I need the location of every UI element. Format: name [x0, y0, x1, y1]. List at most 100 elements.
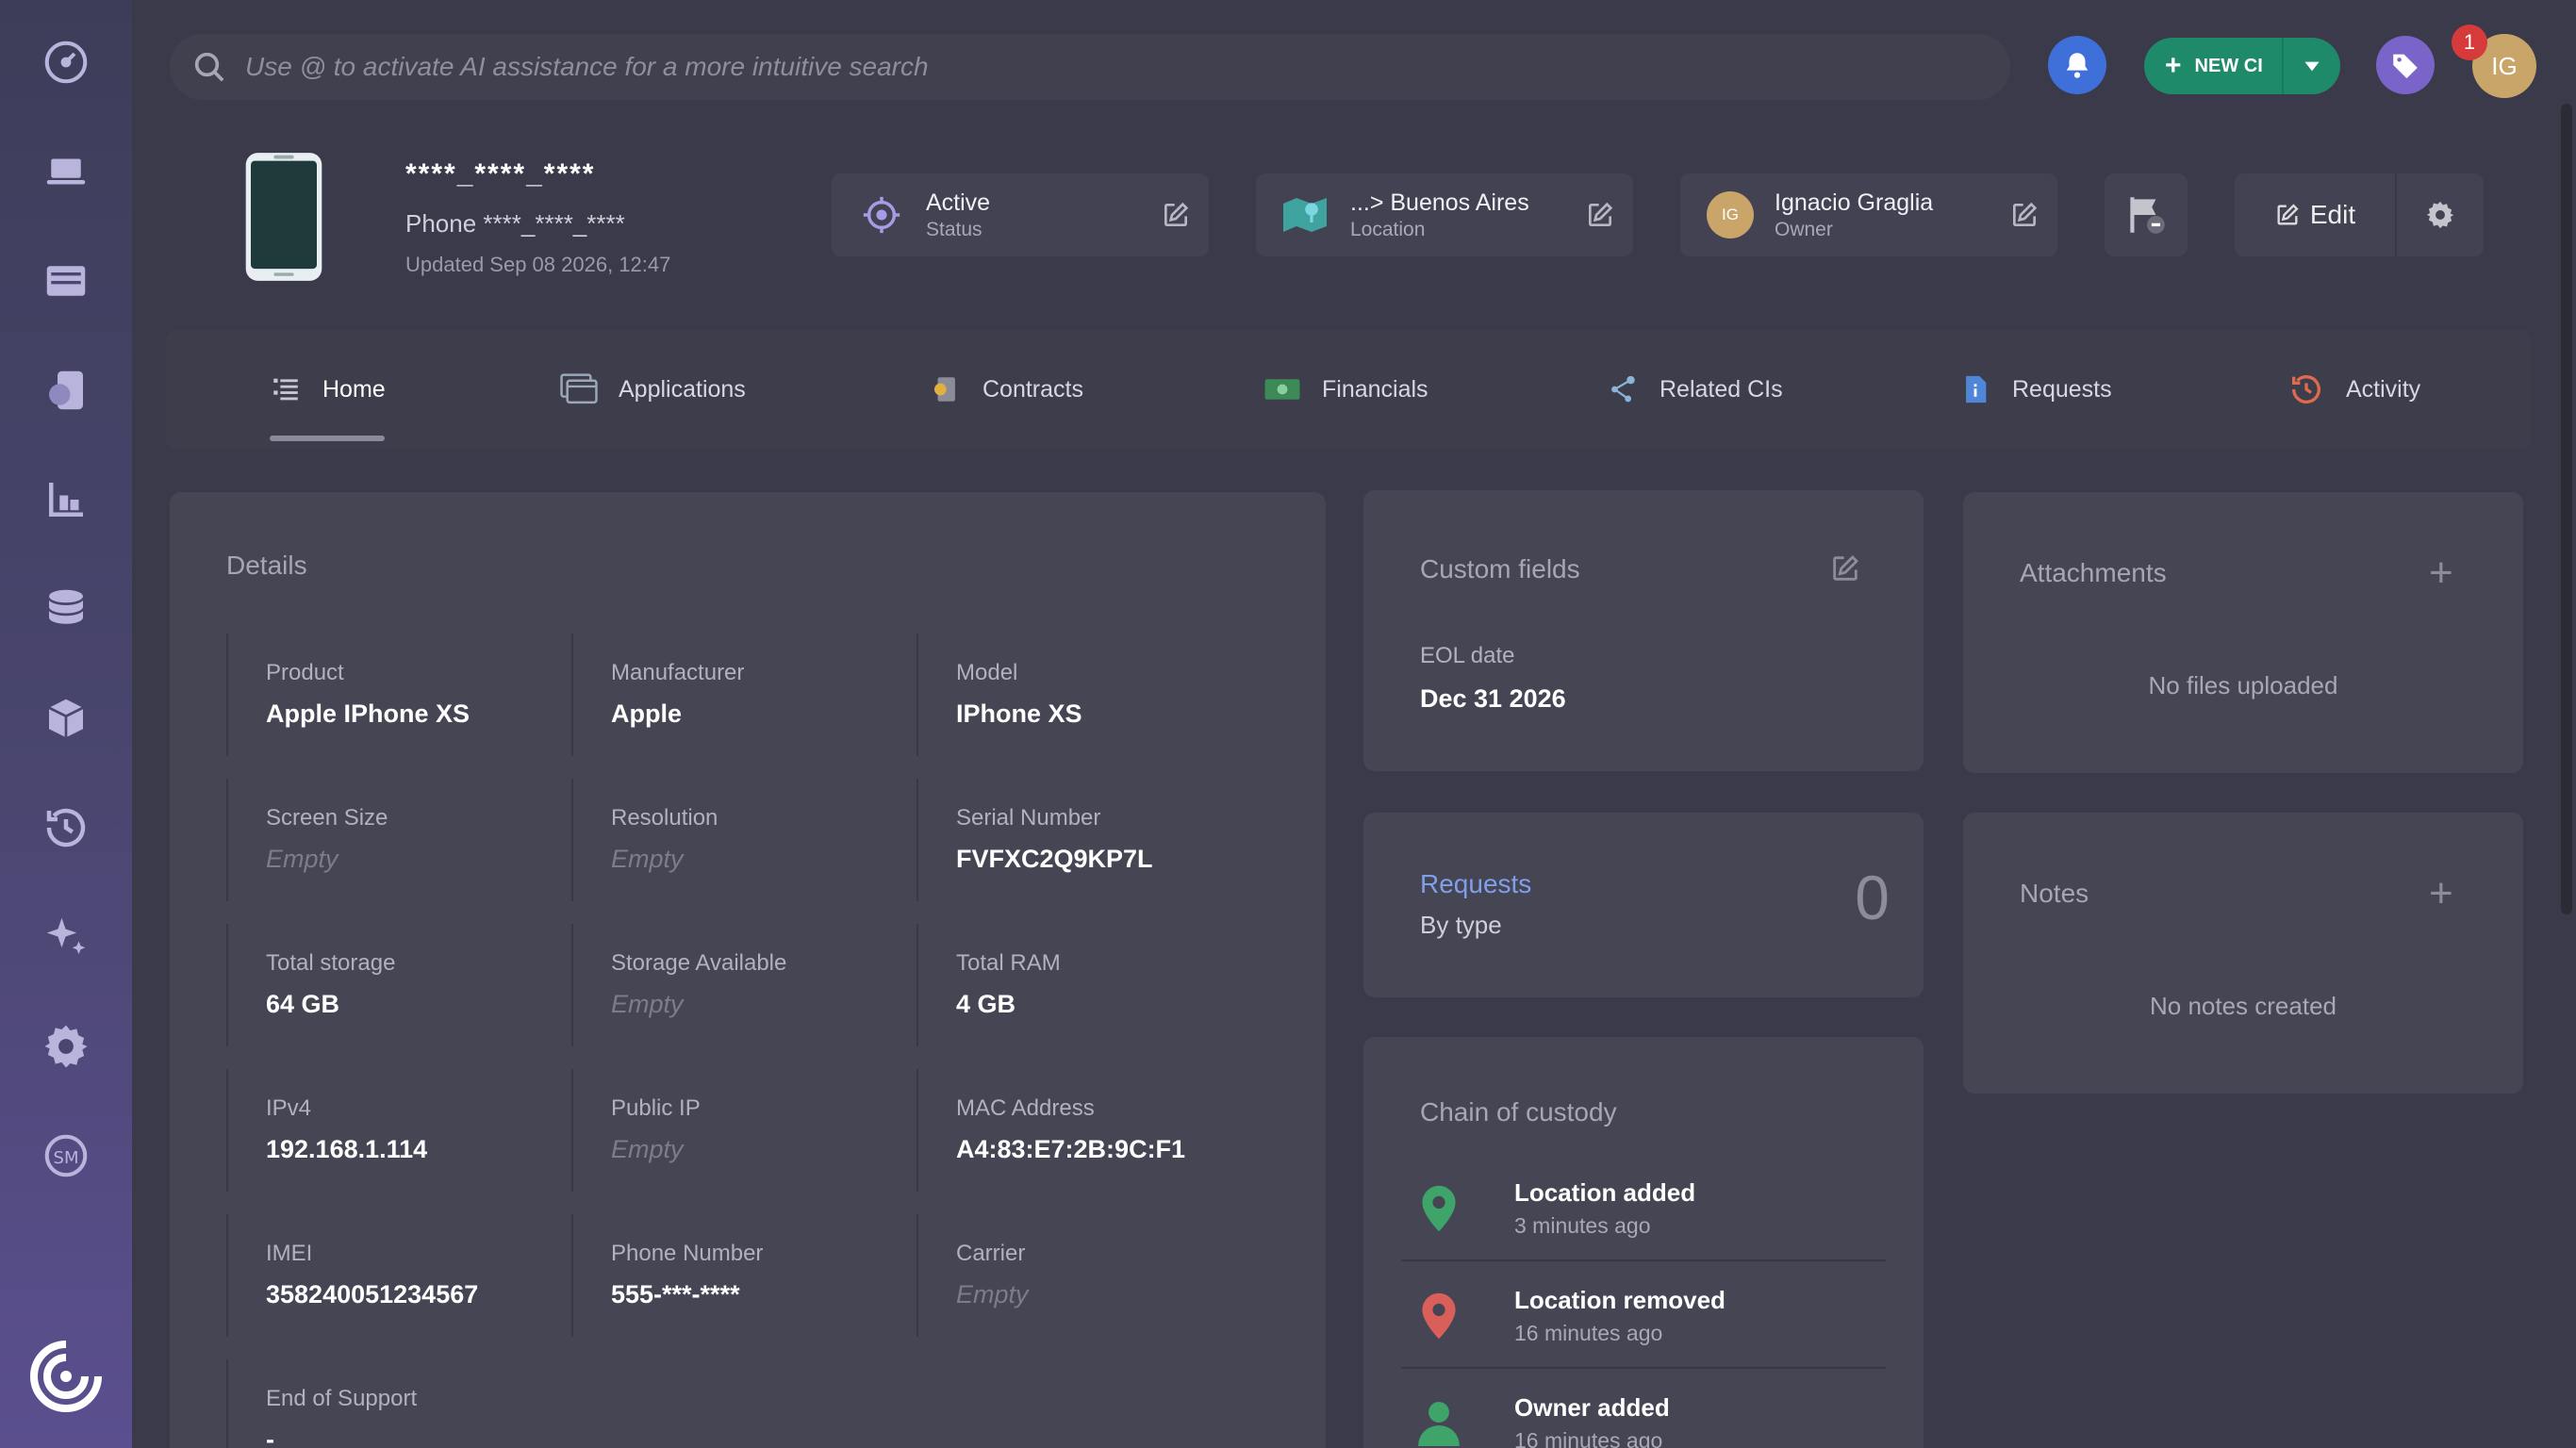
field-manufacturer: Manufacturer Apple	[571, 634, 911, 756]
ai-sparkle-icon[interactable]	[36, 907, 96, 967]
active-tab-indicator	[270, 436, 385, 441]
database-icon[interactable]	[36, 579, 96, 639]
sidebar: SM	[0, 0, 132, 1448]
tab-label: Contracts	[983, 375, 1083, 403]
field-resolution: Resolution Empty	[571, 779, 911, 901]
field-total-storage: Total storage 64 GB	[226, 924, 566, 1046]
tab-label: Related CIs	[1660, 375, 1783, 403]
search-icon	[194, 52, 224, 82]
laptop-icon[interactable]	[36, 141, 96, 202]
tab-label: Home	[322, 375, 386, 403]
field-end-of-support: End of Support -	[226, 1359, 566, 1448]
field-label: Storage Available	[611, 950, 787, 976]
custom-fields-title: Custom fields	[1420, 554, 1580, 584]
field-label: Screen Size	[266, 805, 388, 831]
tab-contracts[interactable]: Contracts	[930, 330, 1083, 449]
tab-related-cis[interactable]: Related CIs	[1607, 330, 1783, 449]
field-value: Apple IPhone XS	[266, 699, 471, 728]
edit-button[interactable]: Edit	[2235, 173, 2397, 256]
field-value: IPhone XS	[956, 699, 1082, 728]
field-screen-size: Screen Size Empty	[226, 779, 566, 901]
divider	[1401, 1259, 1886, 1261]
tab-financials[interactable]: Financials	[1263, 330, 1428, 449]
new-ci-button[interactable]: + NEW CI	[2144, 38, 2282, 94]
field-label: Product	[266, 660, 344, 685]
field-label: Total storage	[266, 950, 396, 976]
status-card: Active Status	[832, 173, 1209, 256]
ci-masked-name: ****_****_****	[405, 158, 596, 189]
flag-remove-icon	[2130, 197, 2165, 234]
field-label: Public IP	[611, 1095, 701, 1121]
location-value: ...> Buenos Aires	[1350, 189, 1529, 216]
field-total-ram: Total RAM 4 GB	[916, 924, 1256, 1046]
field-label: Serial Number	[956, 805, 1101, 831]
details-title: Details	[226, 551, 307, 580]
devices-icon[interactable]	[36, 360, 96, 420]
request-document-icon	[1966, 375, 1987, 403]
notification-badge: 1	[2452, 25, 2487, 60]
field-carrier: Carrier Empty	[916, 1214, 1256, 1337]
gear-icon[interactable]	[36, 1016, 96, 1077]
field-value: 64 GB	[266, 990, 340, 1018]
user-icon	[1401, 1398, 1477, 1448]
plus-icon: +	[2165, 50, 2182, 81]
add-note-button[interactable]: +	[2429, 873, 2453, 914]
location-pin-icon	[1401, 1183, 1477, 1234]
app-logo-icon	[28, 1339, 104, 1414]
tab-requests[interactable]: Requests	[1959, 330, 2112, 449]
money-icon	[1264, 379, 1300, 400]
notes-panel: Notes + No notes created	[1963, 813, 2523, 1094]
tab-activity[interactable]: Activity	[2287, 330, 2420, 449]
add-attachment-button[interactable]: +	[2429, 552, 2453, 594]
owner-value: Ignacio Graglia	[1775, 189, 1934, 216]
chain-item: Location removed 16 minutes ago	[1401, 1263, 1886, 1369]
scrollbar[interactable]	[2561, 104, 2572, 914]
owner-label: Owner	[1775, 218, 1833, 240]
field-value: 358240051234567	[266, 1280, 479, 1308]
edit-icon	[2013, 202, 2038, 226]
edit-location-button[interactable]	[1567, 200, 1633, 230]
search-input[interactable]	[245, 52, 2010, 82]
requests-link[interactable]: Requests	[1420, 869, 1531, 899]
settings-button[interactable]	[2397, 199, 2484, 231]
new-ci-dropdown[interactable]	[2282, 38, 2340, 94]
field-value: -	[266, 1425, 274, 1448]
svg-text:SM: SM	[54, 1148, 79, 1168]
contract-icon	[933, 377, 955, 402]
edit-icon	[2277, 204, 2299, 225]
flag-button[interactable]	[2105, 173, 2188, 256]
history-icon[interactable]	[36, 798, 96, 858]
chain-item-time: 3 minutes ago	[1514, 1213, 1651, 1238]
map-icon	[1273, 193, 1339, 237]
field-value: 192.168.1.114	[266, 1135, 428, 1163]
field-value: 555-***-****	[611, 1280, 740, 1308]
field-mac-address: MAC Address A4:83:E7:2B:9C:F1	[916, 1069, 1256, 1192]
sm-icon[interactable]: SM	[36, 1126, 96, 1186]
edit-custom-fields-button[interactable]	[1829, 552, 1861, 589]
field-label: MAC Address	[956, 1095, 1095, 1121]
chain-item-time: 16 minutes ago	[1514, 1428, 1663, 1448]
eol-value: Dec 31 2026	[1420, 684, 1566, 713]
edit-owner-button[interactable]	[1991, 200, 2057, 230]
crosshair-icon	[849, 193, 915, 237]
chain-item-title: Location added	[1514, 1178, 1696, 1207]
tab-applications[interactable]: Applications	[560, 330, 746, 449]
package-icon[interactable]	[36, 688, 96, 749]
server-rack-icon[interactable]	[36, 251, 96, 311]
search-bar	[170, 34, 2010, 100]
field-phone-number: Phone Number 555-***-****	[571, 1214, 911, 1337]
tags-button[interactable]	[2376, 36, 2435, 94]
field-value: Empty	[956, 1280, 1029, 1308]
field-label: IPv4	[266, 1095, 312, 1121]
edit-icon	[1833, 554, 1859, 581]
tab-home[interactable]: Home	[270, 330, 386, 449]
supplies-icon[interactable]	[36, 469, 96, 530]
dashboard-icon[interactable]	[36, 32, 96, 92]
chain-item: Location added 3 minutes ago	[1401, 1156, 1886, 1261]
gear-icon	[2426, 201, 2454, 229]
attachments-title: Attachments	[2020, 558, 2167, 587]
requests-panel: Requests By type 0	[1363, 813, 1924, 997]
location-card: ...> Buenos Aires Location	[1256, 173, 1633, 256]
edit-status-button[interactable]	[1143, 200, 1209, 230]
notifications-button[interactable]	[2048, 36, 2106, 94]
